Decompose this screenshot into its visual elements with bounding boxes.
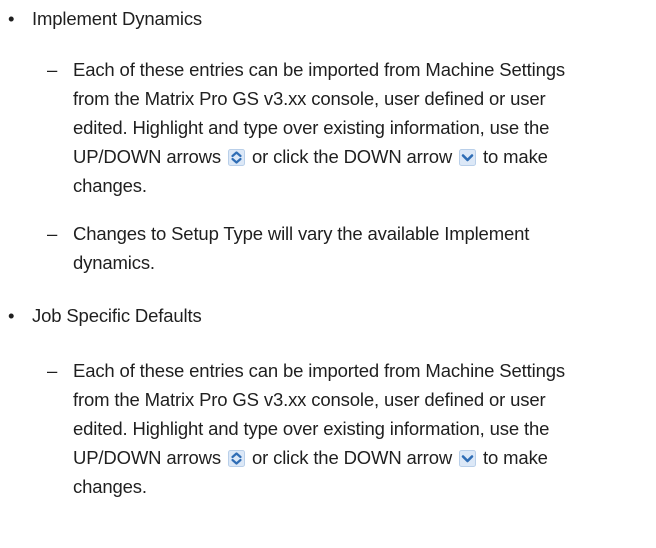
document-page: • Implement Dynamics – Each of these ent… <box>0 0 656 548</box>
dash-marker: – <box>47 360 58 381</box>
dash-marker: – <box>47 223 58 244</box>
dash-marker: – <box>47 59 58 80</box>
text-line: edited. Highlight and type over existing… <box>73 117 550 138</box>
text-fragment: UP/DOWN arrows <box>73 146 221 167</box>
text-fragment: to make <box>483 146 548 167</box>
bullet-title: Job Specific Defaults <box>32 305 202 326</box>
bullet-marker: • <box>8 8 15 29</box>
sub-item-text: Changes to Setup Type will vary the avai… <box>73 219 653 277</box>
sub-item-text: Each of these entries can be imported fr… <box>73 55 653 200</box>
down-arrow-icon <box>459 450 477 467</box>
up-down-arrows-icon <box>227 149 245 166</box>
text-line: Each of these entries can be imported fr… <box>73 360 565 381</box>
text-line: changes. <box>73 476 147 497</box>
text-line-with-icons: UP/DOWN arrows or click the DOWN arrow t… <box>73 142 653 171</box>
sub-item-text: Each of these entries can be imported fr… <box>73 356 653 501</box>
up-down-arrows-icon <box>227 450 245 467</box>
text-line: Each of these entries can be imported fr… <box>73 59 565 80</box>
down-arrow-icon <box>459 149 477 166</box>
text-fragment: or click the DOWN arrow <box>251 146 453 167</box>
text-line: from the Matrix Pro GS v3.xx console, us… <box>73 88 546 109</box>
text-fragment: UP/DOWN arrows <box>73 447 221 468</box>
text-line: changes. <box>73 175 147 196</box>
text-fragment: to make <box>483 447 548 468</box>
text-line: dynamics. <box>73 252 155 273</box>
text-line-with-icons: UP/DOWN arrows or click the DOWN arrow t… <box>73 443 653 472</box>
bullet-title: Implement Dynamics <box>32 8 203 29</box>
text-line: from the Matrix Pro GS v3.xx console, us… <box>73 389 546 410</box>
text-line: edited. Highlight and type over existing… <box>73 418 550 439</box>
bullet-marker: • <box>8 305 15 326</box>
text-fragment: or click the DOWN arrow <box>251 447 453 468</box>
text-line: Changes to Setup Type will vary the avai… <box>73 223 530 244</box>
